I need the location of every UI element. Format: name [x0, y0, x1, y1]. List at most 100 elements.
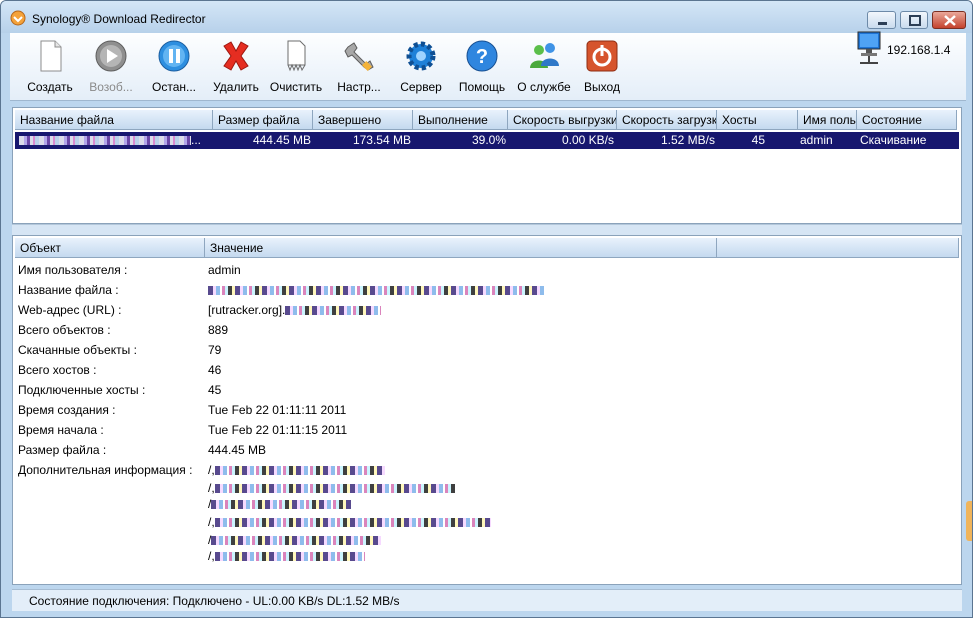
users-icon	[530, 43, 559, 68]
detail-value: 79	[208, 343, 222, 357]
redacted-filename	[19, 136, 191, 146]
stop-label: Остан...	[152, 80, 196, 94]
column-header-name[interactable]: Название файла	[15, 110, 213, 130]
detail-key: Подключенные хосты :	[18, 383, 146, 397]
redacted-path	[211, 500, 352, 510]
status-bar: Состояние подключения: Подключено - UL:0…	[12, 589, 962, 611]
details-column-extra[interactable]	[717, 238, 959, 258]
clear-icon	[287, 40, 306, 72]
minimize-icon	[878, 22, 887, 25]
download-hosts: 45	[751, 133, 765, 147]
delete-button[interactable]: Удалить	[206, 39, 266, 99]
column-header-status[interactable]: Состояние	[857, 110, 957, 130]
exit-label: Выход	[584, 80, 620, 94]
app-logo-icon	[10, 10, 26, 26]
close-icon	[944, 15, 956, 26]
server-label: Сервер	[400, 80, 442, 94]
create-button[interactable]: Создать	[20, 39, 80, 99]
detail-key: Всего объектов :	[18, 323, 111, 337]
detail-value: 889	[208, 323, 229, 337]
detail-value	[208, 280, 546, 300]
download-name: ...	[19, 132, 209, 149]
exit-button[interactable]: Выход	[580, 39, 624, 99]
settings-label: Настр...	[337, 80, 381, 94]
power-icon	[586, 40, 618, 72]
server-gear-icon	[406, 41, 436, 71]
column-header-hosts[interactable]: Хосты	[717, 110, 798, 130]
detail-key: Размер файла :	[18, 443, 107, 457]
details-panel: Объект Значение Имя пользователя : admin…	[12, 235, 962, 585]
column-header-upload-speed[interactable]: Скорость выгрузки	[508, 110, 617, 130]
svg-text:?: ?	[476, 46, 488, 68]
stop-button[interactable]: Остан...	[146, 39, 202, 99]
redacted-path	[211, 536, 382, 546]
help-label: Помощь	[458, 80, 506, 94]
redacted-path	[214, 466, 385, 476]
toolbar: Создать Возоб... Остан... Удалить Очисти…	[10, 31, 966, 101]
download-progress: 39.0%	[471, 133, 506, 147]
column-header-progress[interactable]: Выполнение	[413, 110, 508, 130]
app-window: Synology® Download Redirector Создать Во…	[0, 0, 973, 618]
pause-icon	[158, 40, 190, 72]
network-computer-icon	[857, 31, 881, 64]
column-header-user[interactable]: Имя пользователя	[798, 110, 857, 130]
download-size: 444.45 MB	[252, 133, 311, 147]
redacted-filename	[208, 286, 546, 296]
title-bar[interactable]: Synology® Download Redirector	[1, 1, 972, 33]
about-label: О службе	[517, 80, 571, 94]
close-button[interactable]	[932, 11, 966, 29]
delete-icon	[223, 41, 249, 71]
minimize-button[interactable]	[867, 11, 896, 29]
detail-value: /,	[208, 512, 491, 532]
server-ip: 192.168.1.4	[887, 43, 951, 57]
settings-button[interactable]: Настр...	[331, 39, 387, 99]
detail-value: 46	[208, 363, 222, 377]
side-grip[interactable]	[966, 501, 972, 541]
detail-value: /,	[208, 546, 365, 566]
maximize-button[interactable]	[900, 11, 928, 29]
clear-button[interactable]: Очистить	[266, 39, 326, 99]
server-button[interactable]: Сервер	[393, 39, 449, 99]
redacted-path	[214, 484, 455, 494]
detail-key: Всего хостов :	[18, 363, 97, 377]
download-user: admin	[800, 133, 833, 147]
pane-splitter[interactable]	[12, 224, 962, 235]
redacted-path	[214, 552, 365, 562]
detail-value: admin	[208, 263, 241, 277]
maximize-icon	[909, 15, 921, 26]
create-label: Создать	[27, 80, 73, 94]
resume-button[interactable]: Возоб...	[83, 39, 139, 99]
detail-key: Время создания :	[18, 403, 116, 417]
detail-key: Время начала :	[18, 423, 104, 437]
detail-value: [rutracker.org].	[208, 300, 382, 320]
detail-key: Имя пользователя :	[18, 263, 128, 277]
window-title: Synology® Download Redirector	[32, 12, 206, 26]
detail-value: 444.45 MB	[208, 443, 267, 457]
detail-key: Скачанные объекты :	[18, 343, 137, 357]
new-document-icon	[40, 40, 62, 72]
redacted-path	[214, 518, 491, 528]
clear-label: Очистить	[269, 80, 323, 94]
detail-value: Tue Feb 22 01:11:11 2011	[208, 403, 347, 417]
help-button[interactable]: ? Помощь	[451, 39, 513, 99]
download-upload-speed: 0.00 KB/s	[561, 133, 614, 147]
resume-icon	[95, 40, 127, 72]
detail-value: 45	[208, 383, 222, 397]
detail-value: Tue Feb 22 01:11:15 2011	[208, 423, 348, 437]
downloads-list[interactable]: Название файла Размер файла Завершено Вы…	[12, 107, 962, 224]
download-completed: 173.54 MB	[352, 133, 411, 147]
details-column-value[interactable]: Значение	[205, 238, 717, 258]
details-column-object[interactable]: Объект	[15, 238, 205, 258]
column-header-size[interactable]: Размер файла	[213, 110, 313, 130]
delete-label: Удалить	[213, 80, 259, 94]
detail-value: /	[208, 494, 352, 514]
column-header-completed[interactable]: Завершено	[313, 110, 413, 130]
download-download-speed: 1.52 MB/s	[660, 133, 715, 147]
help-icon: ?	[466, 40, 498, 72]
about-button[interactable]: О службе	[514, 39, 574, 99]
detail-key: Web-адрес (URL) :	[18, 303, 122, 317]
download-row[interactable]: ... 444.45 MB 173.54 MB 39.0% 0.00 KB/s …	[15, 132, 959, 149]
resume-label: Возоб...	[89, 80, 133, 94]
detail-key: Дополнительная информация :	[18, 463, 193, 477]
column-header-download-speed[interactable]: Скорость загрузки	[617, 110, 717, 130]
